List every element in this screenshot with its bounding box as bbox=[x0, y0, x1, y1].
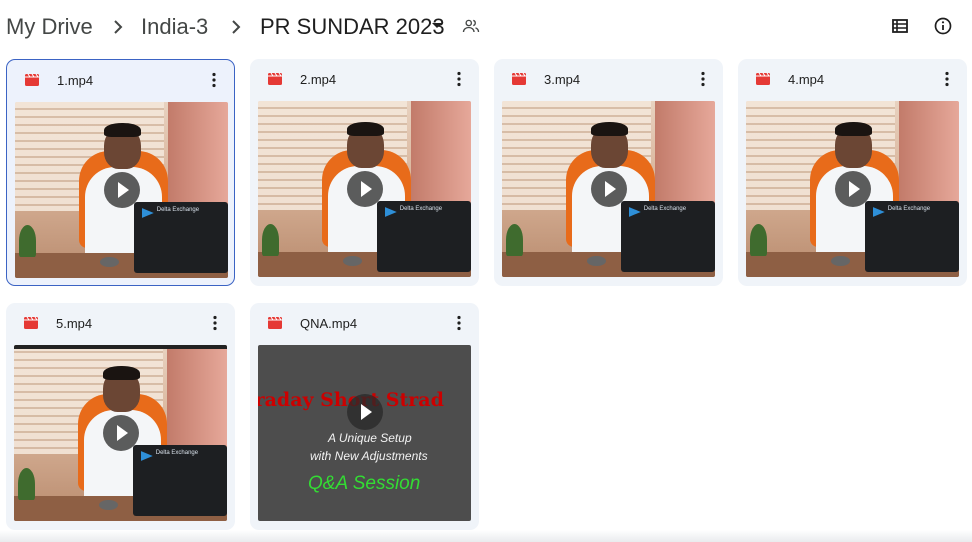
video-file-icon bbox=[268, 72, 282, 85]
file-card-header: 3.mp4 bbox=[494, 59, 723, 101]
breadcrumb-india-3[interactable]: India-3 bbox=[141, 13, 208, 41]
video-file-icon bbox=[25, 73, 39, 86]
info-icon[interactable] bbox=[933, 16, 953, 36]
file-card-qna[interactable]: QNA.mp4 ntraday Short Strad A Unique Set… bbox=[250, 303, 479, 530]
laptop: Delta Exchange bbox=[134, 202, 228, 273]
file-name: 2.mp4 bbox=[300, 72, 337, 87]
play-icon[interactable] bbox=[102, 415, 139, 451]
breadcrumb-current-folder[interactable]: PR SUNDAR 2023 bbox=[260, 13, 445, 41]
file-name: 4.mp4 bbox=[788, 72, 825, 87]
play-icon[interactable] bbox=[834, 171, 871, 207]
file-name: QNA.mp4 bbox=[300, 316, 358, 331]
file-card-1[interactable]: 1.mp4 Delta Exchange bbox=[6, 59, 235, 286]
qna-session-text: Q&A Session bbox=[308, 473, 421, 494]
top-bar: My Drive India-3 PR SUNDAR 2023 bbox=[0, 0, 972, 54]
laptop-brand-text: Delta Exchange bbox=[643, 205, 687, 212]
qna-subtitle-line1: A Unique Setup bbox=[328, 431, 412, 445]
chevron-right-icon bbox=[114, 20, 123, 34]
bottom-shadow bbox=[0, 530, 972, 542]
shared-folder-icon[interactable] bbox=[462, 17, 480, 35]
qna-thumbnail-scene: ntraday Short Strad A Unique Setup with … bbox=[258, 345, 471, 521]
laptop-brand-text: Delta Exchange bbox=[155, 449, 199, 456]
file-card-5[interactable]: 5.mp4 Delta Exchange bbox=[6, 303, 235, 530]
more-options-icon[interactable] bbox=[449, 69, 469, 89]
chevron-right-icon bbox=[232, 20, 241, 34]
play-icon[interactable] bbox=[346, 393, 383, 430]
laptop: Delta Exchange bbox=[377, 201, 471, 272]
laptop-brand-text: Delta Exchange bbox=[399, 205, 443, 212]
laptop: Delta Exchange bbox=[621, 201, 715, 272]
video-file-icon bbox=[268, 316, 282, 329]
file-card-2[interactable]: 2.mp4 Delta Exchange bbox=[250, 59, 479, 286]
file-card-header: 2.mp4 bbox=[250, 59, 479, 101]
laptop: Delta Exchange bbox=[133, 445, 227, 516]
video-file-icon bbox=[24, 316, 38, 329]
file-card-header: 4.mp4 bbox=[738, 59, 967, 101]
more-options-icon[interactable] bbox=[204, 70, 224, 90]
more-options-icon[interactable] bbox=[937, 69, 957, 89]
file-card-header: QNA.mp4 bbox=[250, 303, 479, 345]
file-name: 3.mp4 bbox=[544, 72, 581, 87]
video-file-icon bbox=[512, 72, 526, 85]
folder-menu-dropdown-icon[interactable] bbox=[432, 23, 442, 28]
qna-subtitle-line2: with New Adjustments bbox=[310, 449, 428, 463]
file-card-header: 1.mp4 bbox=[7, 60, 234, 102]
list-view-icon[interactable] bbox=[890, 16, 910, 36]
laptop-brand-text: Delta Exchange bbox=[156, 206, 200, 213]
play-icon[interactable] bbox=[103, 172, 140, 208]
more-options-icon[interactable] bbox=[449, 313, 469, 333]
play-icon[interactable] bbox=[346, 171, 383, 207]
file-card-4[interactable]: 4.mp4 Delta Exchange bbox=[738, 59, 967, 286]
file-card-3[interactable]: 3.mp4 Delta Exchange bbox=[494, 59, 723, 286]
video-thumbnail[interactable]: Delta Exchange bbox=[14, 345, 227, 521]
file-name: 1.mp4 bbox=[57, 73, 94, 88]
video-thumbnail[interactable]: Delta Exchange bbox=[746, 101, 959, 277]
video-thumbnail[interactable]: Delta Exchange bbox=[258, 101, 471, 277]
video-file-icon bbox=[756, 72, 770, 85]
more-options-icon[interactable] bbox=[205, 313, 225, 333]
more-options-icon[interactable] bbox=[693, 69, 713, 89]
video-thumbnail[interactable]: ntraday Short Strad A Unique Setup with … bbox=[258, 345, 471, 521]
breadcrumb-my-drive[interactable]: My Drive bbox=[6, 13, 93, 41]
file-card-header: 5.mp4 bbox=[6, 303, 235, 345]
video-thumbnail[interactable]: Delta Exchange bbox=[502, 101, 715, 277]
play-icon[interactable] bbox=[590, 171, 627, 207]
file-name: 5.mp4 bbox=[56, 316, 93, 331]
laptop-brand-text: Delta Exchange bbox=[887, 205, 931, 212]
video-thumbnail[interactable]: Delta Exchange bbox=[15, 102, 228, 278]
laptop: Delta Exchange bbox=[865, 201, 959, 272]
